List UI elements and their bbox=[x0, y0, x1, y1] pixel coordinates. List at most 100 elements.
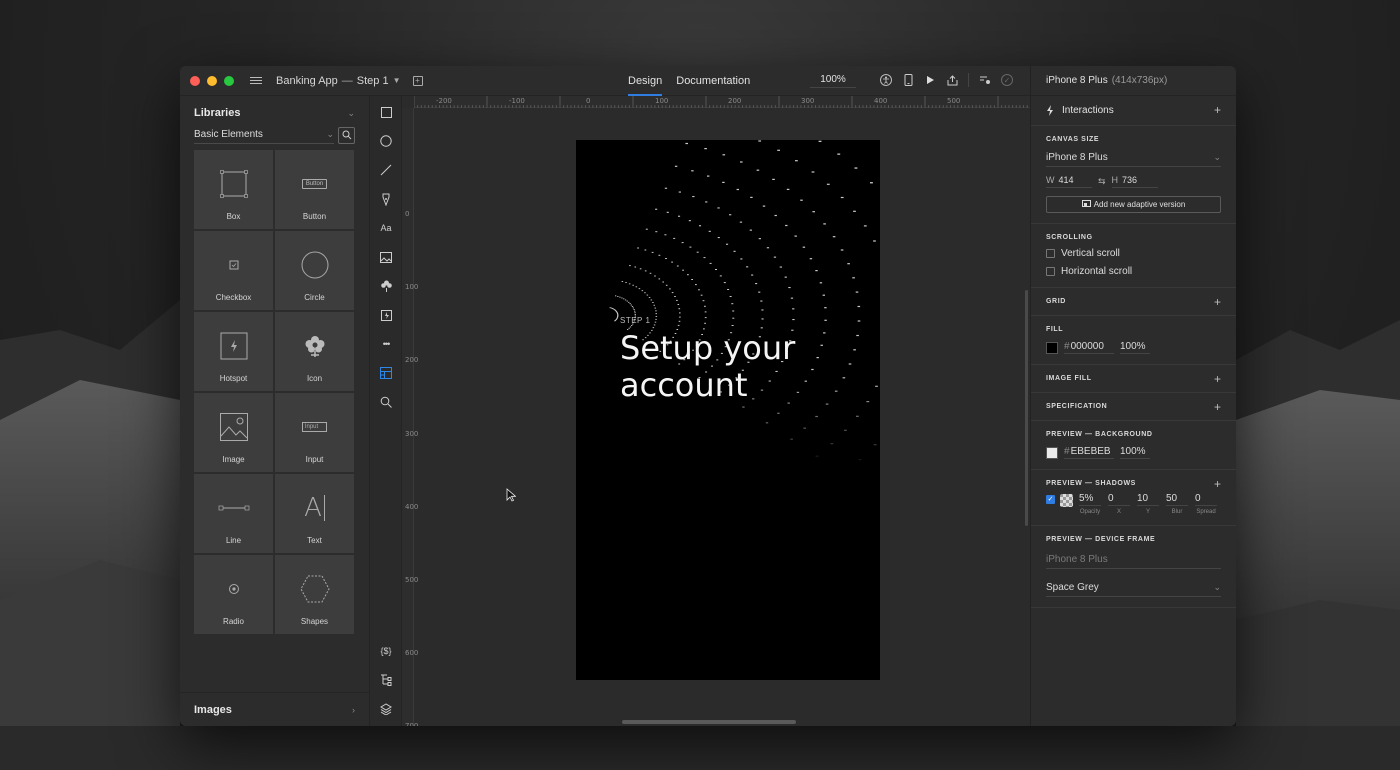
device-frame-device-field[interactable]: iPhone 8 Plus bbox=[1046, 551, 1221, 569]
fill-hex-field[interactable]: #000000 bbox=[1064, 341, 1114, 354]
artboard-step-1[interactable]: STEP 1 Setup your account bbox=[576, 140, 880, 680]
add-interaction-icon[interactable]: + bbox=[1214, 104, 1221, 116]
link-dimensions-icon[interactable]: ⇆ bbox=[1098, 176, 1106, 187]
project-name[interactable]: Banking App bbox=[276, 75, 338, 87]
element-hotspot[interactable]: Hotspot bbox=[194, 312, 273, 391]
horizontal-scroll-checkbox[interactable] bbox=[1046, 267, 1055, 276]
chevron-down-icon[interactable]: ▼ bbox=[393, 76, 401, 85]
accessibility-icon[interactable] bbox=[880, 74, 892, 86]
element-circle[interactable]: Circle bbox=[275, 231, 354, 310]
fill-color-swatch[interactable] bbox=[1046, 341, 1058, 354]
chevron-down-icon: ⌄ bbox=[1213, 152, 1221, 162]
circle-icon bbox=[301, 251, 328, 279]
layers-tree-icon[interactable] bbox=[378, 672, 394, 688]
search-icon bbox=[342, 130, 351, 140]
vertical-scroll-option[interactable]: Vertical scroll bbox=[1046, 248, 1221, 259]
oval-tool-icon[interactable] bbox=[378, 133, 394, 149]
vertical-scroll-checkbox[interactable] bbox=[1046, 249, 1055, 258]
search-tool-icon[interactable] bbox=[378, 394, 394, 410]
minimize-window-button[interactable] bbox=[207, 75, 217, 86]
add-screen-icon[interactable]: + bbox=[412, 75, 423, 86]
element-box[interactable]: Box bbox=[194, 150, 273, 229]
pen-tool-icon[interactable] bbox=[378, 191, 394, 207]
headline-text[interactable]: Setup your account bbox=[620, 330, 860, 404]
step-label[interactable]: STEP 1 bbox=[620, 316, 650, 325]
library-select[interactable]: Basic Elements ⌄ bbox=[194, 126, 334, 144]
add-adaptive-version-button[interactable]: Add new adaptive version bbox=[1046, 196, 1221, 213]
shadow-y-field[interactable]: 10 Y bbox=[1136, 493, 1160, 515]
element-icon[interactable]: Icon bbox=[275, 312, 354, 391]
layers-stack-icon[interactable] bbox=[378, 701, 394, 717]
more-tools-icon[interactable]: ••• bbox=[378, 336, 394, 352]
chevron-right-icon[interactable]: › bbox=[352, 705, 355, 715]
rectangle-tool-icon[interactable] bbox=[378, 104, 394, 120]
shadow-spread-field[interactable]: 0 Spread bbox=[1194, 493, 1218, 515]
device-select[interactable]: iPhone 8 Plus ⌄ bbox=[1046, 149, 1221, 167]
ruler-label: 600 bbox=[405, 649, 419, 657]
fill-opacity-field[interactable]: 100% bbox=[1120, 341, 1150, 354]
hotspot-tool-icon[interactable] bbox=[378, 307, 394, 323]
status-check-icon[interactable]: ✓ bbox=[1001, 74, 1013, 86]
ruler-label: 300 bbox=[801, 97, 815, 105]
preview-background-opacity-field[interactable]: 100% bbox=[1120, 446, 1150, 459]
image-tool-icon[interactable] bbox=[378, 249, 394, 265]
ruler-label: 200 bbox=[728, 97, 742, 105]
device-frame-color-select[interactable]: Space Grey ⌄ bbox=[1046, 579, 1221, 597]
element-input[interactable]: Input Input bbox=[275, 393, 354, 472]
shadow-opacity-field[interactable]: 5% Opacity bbox=[1078, 493, 1102, 515]
close-window-button[interactable] bbox=[190, 75, 200, 86]
element-checkbox[interactable]: Checkbox bbox=[194, 231, 273, 310]
add-image-fill-icon[interactable]: + bbox=[1214, 373, 1221, 385]
shadow-x-field[interactable]: 0X bbox=[1107, 493, 1131, 515]
preview-background-swatch[interactable] bbox=[1046, 446, 1058, 459]
horizontal-scroll-option[interactable]: Horizontal scroll bbox=[1046, 266, 1221, 277]
toolbar-actions: ✓ bbox=[880, 73, 1013, 87]
shadow-color-swatch[interactable] bbox=[1060, 494, 1073, 507]
layout-tool-icon[interactable] bbox=[378, 365, 394, 381]
app-window: Banking App — Step 1 ▼ + Design Document… bbox=[180, 66, 1236, 726]
zoom-window-button[interactable] bbox=[224, 75, 234, 86]
element-button[interactable]: Button Button bbox=[275, 150, 354, 229]
element-image[interactable]: Image bbox=[194, 393, 273, 472]
tab-design[interactable]: Design bbox=[628, 66, 663, 96]
preview-background-hex-field[interactable]: #EBEBEB bbox=[1064, 446, 1114, 459]
zoom-level[interactable]: 100% bbox=[810, 74, 856, 88]
vertical-scrollbar[interactable] bbox=[1025, 290, 1028, 526]
design-canvas[interactable]: -200 -100 0 100 200 300 400 500 0 100 20… bbox=[402, 96, 1030, 726]
shadow-blur-field[interactable]: 50 Blur bbox=[1165, 493, 1189, 515]
add-shadow-icon[interactable]: + bbox=[1214, 478, 1221, 490]
variables-tool-icon[interactable]: {$} bbox=[378, 643, 394, 659]
search-button[interactable] bbox=[338, 126, 355, 144]
preview-background-section: PREVIEW — BACKGROUND #EBEBEB 100% bbox=[1031, 421, 1236, 470]
horizontal-scrollbar[interactable] bbox=[622, 720, 796, 724]
adaptive-button-label: Add new adaptive version bbox=[1093, 200, 1186, 209]
screen-name-dropdown[interactable]: Step 1 bbox=[357, 75, 389, 87]
ruler-ticks bbox=[414, 96, 1028, 108]
line-tool-icon[interactable] bbox=[378, 162, 394, 178]
hamburger-menu-icon[interactable] bbox=[250, 75, 262, 87]
element-radio[interactable]: Radio bbox=[194, 555, 273, 634]
preview-background-hex-value: EBEBEB bbox=[1070, 446, 1111, 457]
play-icon[interactable] bbox=[924, 74, 936, 86]
element-text[interactable]: A Text bbox=[275, 474, 354, 553]
chevron-down-icon: ⌄ bbox=[1213, 582, 1221, 592]
add-grid-icon[interactable]: + bbox=[1214, 296, 1221, 308]
icon-tool-icon[interactable] bbox=[378, 278, 394, 294]
text-tool-icon[interactable]: Aa bbox=[378, 220, 394, 236]
interactions-section[interactable]: Interactions + bbox=[1031, 96, 1236, 126]
preview-shadows-title: PREVIEW — SHADOWS bbox=[1046, 480, 1136, 487]
add-specification-icon[interactable]: + bbox=[1214, 401, 1221, 413]
images-section[interactable]: Images › bbox=[180, 692, 369, 726]
components-icon[interactable] bbox=[979, 74, 991, 86]
element-shapes[interactable]: Shapes bbox=[275, 555, 354, 634]
tab-documentation[interactable]: Documentation bbox=[676, 66, 750, 96]
width-field[interactable]: W 414 bbox=[1046, 175, 1092, 188]
device-preview-icon[interactable] bbox=[902, 74, 914, 86]
height-field[interactable]: H 736 bbox=[1111, 175, 1158, 188]
box-icon bbox=[219, 170, 248, 198]
chevron-down-icon[interactable]: ⌄ bbox=[347, 108, 355, 119]
shadow-enabled-checkbox[interactable]: ✓ bbox=[1046, 495, 1055, 504]
button-icon: Button bbox=[301, 179, 328, 189]
share-icon[interactable] bbox=[946, 74, 958, 86]
element-line[interactable]: Line bbox=[194, 474, 273, 553]
